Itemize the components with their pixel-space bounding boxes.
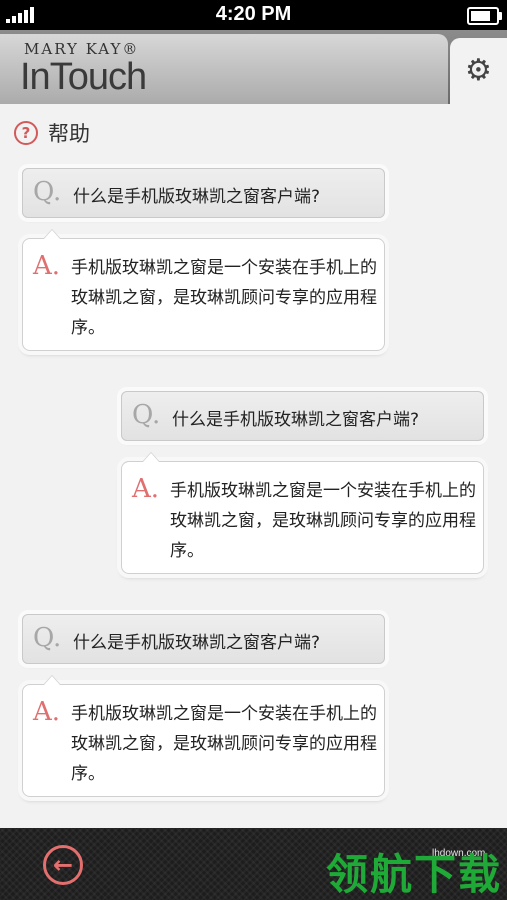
question-text: 什么是手机版玫琳凯之窗客户端? <box>172 410 420 430</box>
status-bar: 4:20 PM <box>0 0 507 30</box>
answer-text: 手机版玫琳凯之窗是一个安装在手机上的玫琳凯之窗，是玫琳凯顾问专享的应用程序。 <box>71 258 377 338</box>
answer-marker: A. <box>132 474 160 504</box>
question-marker: Q. <box>132 400 161 430</box>
answer-marker: A. <box>33 251 61 281</box>
question-marker: Q. <box>33 177 62 207</box>
brand-logo: MARY KAY® InTouch <box>0 34 448 104</box>
question-text: 什么是手机版玫琳凯之窗客户端? <box>73 633 321 653</box>
page-title: ? 帮助 <box>14 118 90 148</box>
answer-marker: A. <box>33 697 61 727</box>
battery-icon <box>467 7 502 25</box>
faq-answer-3: A. 手机版玫琳凯之窗是一个安装在手机上的玫琳凯之窗，是玫琳凯顾问专享的应用程序… <box>22 675 385 797</box>
settings-button[interactable]: ⚙ <box>450 38 507 104</box>
question-marker: Q. <box>33 623 62 653</box>
battery-level <box>471 11 490 21</box>
back-arrow-icon: ← <box>52 851 74 879</box>
gear-icon: ⚙ <box>465 53 492 88</box>
bottom-toolbar: ← lhdown.com 领航下载 <box>0 828 507 900</box>
answer-text: 手机版玫琳凯之窗是一个安装在手机上的玫琳凯之窗，是玫琳凯顾问专享的应用程序。 <box>71 704 377 784</box>
watermark-text: 领航下载 <box>326 850 503 899</box>
app-header: MARY KAY® InTouch ⚙ <box>0 30 507 104</box>
help-circle-icon: ? <box>14 121 38 145</box>
faq-question-1[interactable]: Q. 什么是手机版玫琳凯之窗客户端? <box>22 168 385 218</box>
faq-answer-2: A. 手机版玫琳凯之窗是一个安装在手机上的玫琳凯之窗，是玫琳凯顾问专享的应用程序… <box>121 452 484 574</box>
status-time: 4:20 PM <box>215 3 292 25</box>
answer-text: 手机版玫琳凯之窗是一个安装在手机上的玫琳凯之窗，是玫琳凯顾问专享的应用程序。 <box>170 481 476 561</box>
faq-question-2[interactable]: Q. 什么是手机版玫琳凯之窗客户端? <box>121 391 484 441</box>
faq-answer-1: A. 手机版玫琳凯之窗是一个安装在手机上的玫琳凯之窗，是玫琳凯顾问专享的应用程序… <box>22 229 385 351</box>
page-title-label: 帮助 <box>48 122 90 146</box>
back-button[interactable]: ← <box>43 845 83 885</box>
brand-main-text: InTouch <box>20 56 147 98</box>
question-text: 什么是手机版玫琳凯之窗客户端? <box>73 187 321 207</box>
faq-question-3[interactable]: Q. 什么是手机版玫琳凯之窗客户端? <box>22 614 385 664</box>
